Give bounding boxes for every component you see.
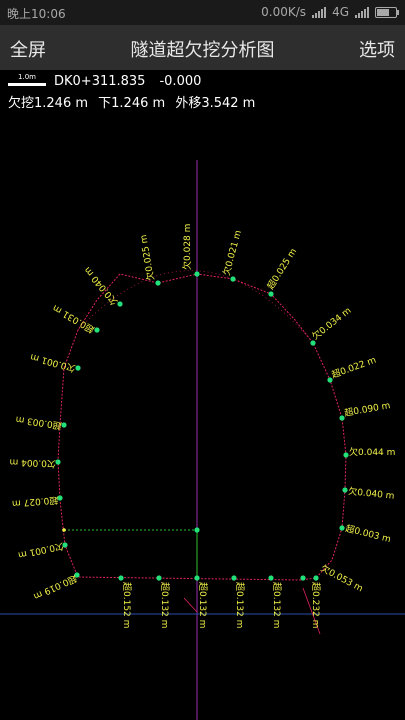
measurement-labels: 欠0.028 m 欠0.021 m 超0.025 m 欠0.034 m 超0.0… xyxy=(9,224,395,629)
measure-point[interactable] xyxy=(300,575,306,581)
label-top-center: 欠0.028 m xyxy=(181,224,193,270)
label-right-5: 欠0.040 m xyxy=(348,485,395,502)
label-bottom-2: 超0.132 m xyxy=(159,582,171,628)
measure-point[interactable] xyxy=(156,575,162,581)
label-left-7: 超0.019 m xyxy=(32,572,79,602)
label-bottom-4: 超0.132 m xyxy=(234,582,246,628)
measure-point[interactable] xyxy=(268,575,274,581)
measure-point[interactable] xyxy=(342,487,348,493)
label-bottom-1: 超0.152 m xyxy=(121,582,133,628)
label-left-2: 欠0.001 m xyxy=(29,351,77,375)
measurement-points xyxy=(55,271,349,581)
tunnel-drawing[interactable]: 欠0.028 m 欠0.021 m 超0.025 m 欠0.034 m 超0.0… xyxy=(0,0,405,720)
label-left-4: 欠0.004 m xyxy=(9,456,56,470)
measure-point[interactable] xyxy=(343,452,349,458)
label-bottom-5: 超0.132 m xyxy=(271,582,283,628)
label-top-right-1: 欠0.021 m xyxy=(220,229,244,277)
measure-point[interactable] xyxy=(231,575,237,581)
label-left-1: 超0.031 m xyxy=(50,302,96,336)
label-right-2: 超0.022 m xyxy=(330,354,378,381)
label-top-left-2: 欠0.040 m xyxy=(81,265,120,308)
label-top-right-2: 超0.025 m xyxy=(264,246,299,292)
label-right-3: 超0.090 m xyxy=(343,399,391,419)
label-right-1: 欠0.034 m xyxy=(309,304,353,342)
measure-point[interactable] xyxy=(194,575,200,581)
label-left-3: 超0.003 m xyxy=(15,414,63,432)
measure-point[interactable] xyxy=(327,377,333,383)
reference-slant-1 xyxy=(183,597,198,613)
measure-point[interactable] xyxy=(313,575,319,581)
measure-point[interactable] xyxy=(118,575,124,581)
measure-point[interactable] xyxy=(268,291,274,297)
measure-point[interactable] xyxy=(339,415,345,421)
label-right-7: 欠0.053 m xyxy=(319,562,366,594)
measure-point[interactable] xyxy=(155,280,161,286)
label-bottom-6: 超0.232 m xyxy=(310,582,322,628)
center-point[interactable] xyxy=(194,527,200,533)
ref-point xyxy=(62,528,66,532)
label-left-6: 欠0.001 m xyxy=(17,540,65,561)
label-right-6: 超0.003 m xyxy=(344,522,392,545)
measure-point[interactable] xyxy=(194,271,200,277)
tunnel-profile-line xyxy=(57,273,347,581)
label-bottom-3: 超0.132 m xyxy=(197,582,209,628)
label-right-4: 欠0.044 m xyxy=(349,446,395,458)
label-left-5: 超0.027 m xyxy=(12,494,59,510)
measure-point[interactable] xyxy=(339,525,345,531)
label-top-left-1: 欠0.025 m xyxy=(137,234,157,282)
